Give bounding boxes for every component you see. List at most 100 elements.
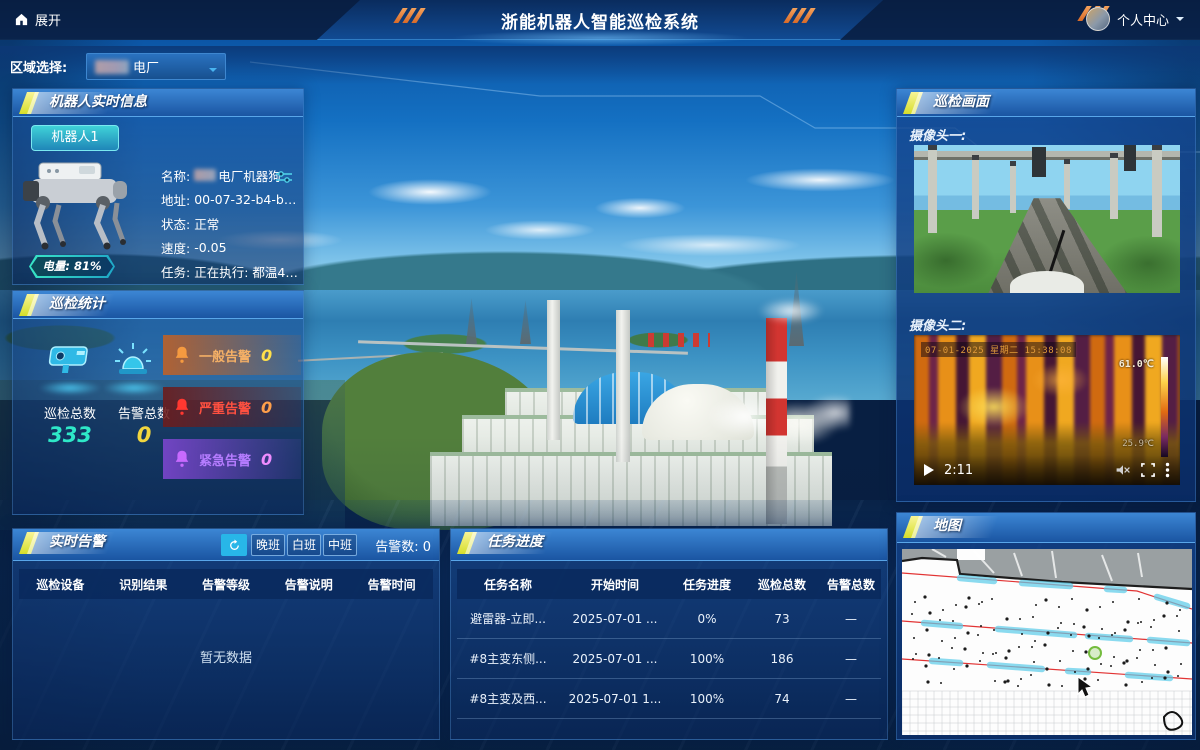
user-center-label: 个人中心 (1117, 10, 1169, 29)
video-controls: 2:11 (914, 455, 1180, 485)
inspection-camera-icon (39, 337, 101, 383)
orange-slashes-icon (783, 8, 815, 23)
icon-glow (39, 381, 101, 395)
column-header: 任务进度 (671, 576, 743, 593)
panel-header: 巡检画面 (897, 89, 1195, 117)
robot-nose (1010, 271, 1084, 293)
tab-mid-shift[interactable]: 中班 (323, 534, 357, 556)
column-header: 告警总数 (821, 576, 881, 593)
orange-slashes-icon (393, 8, 425, 23)
chevron-down-icon (1176, 17, 1184, 25)
column-header: 巡检总数 (743, 576, 821, 593)
equipment-box (1124, 145, 1136, 171)
robot-tab[interactable]: 机器人1 (31, 125, 119, 151)
pillar (1010, 161, 1016, 213)
task-inspections: 74 (743, 692, 821, 706)
camera1-label: 摄像头一: (909, 125, 966, 144)
panel-title: 机器人实时信息 (49, 89, 147, 116)
alarm-bell-icon (171, 448, 193, 470)
field-address: 地址: 00-07-32-b4-bd-6f (161, 187, 301, 211)
osd-temp-max: 61.0℃ (1119, 359, 1154, 370)
pillar (1064, 159, 1070, 209)
dashboard-root: 展开 浙能机器人智能巡检系统 个人中心 区域选择: 电厂 机器人实时信息 机器人… (0, 0, 1200, 750)
tab-day-shift[interactable]: 白班 (287, 534, 321, 556)
user-center-menu[interactable]: 个人中心 (1086, 7, 1184, 31)
panel-header: 巡检统计 (13, 291, 303, 319)
expand-button[interactable]: 展开 (14, 10, 61, 29)
alarm-level-general: 一般告警 0 (163, 335, 301, 375)
robot-dog-image (15, 153, 151, 257)
camera1-video[interactable] (914, 145, 1180, 293)
inspection-view-panel: 巡检画面 摄像头一: 摄像头二: 07-01-2025 星期二 15:38:08… (896, 88, 1196, 502)
fullscreen-icon[interactable] (1141, 463, 1155, 477)
task-progress: 100% (671, 692, 743, 706)
equipment-box (1032, 147, 1046, 177)
field-task: 任务: 正在执行: 都温4U31线避... (161, 259, 301, 283)
task-alarms: — (821, 652, 881, 666)
refresh-icon (228, 539, 241, 552)
task-name: 避雷器-立即... (457, 610, 559, 627)
alarm-level-label: 紧急告警 (199, 450, 251, 469)
task-name: #8主变及西... (457, 690, 559, 707)
column-header: 巡检设备 (19, 576, 102, 593)
refresh-button[interactable] (221, 534, 247, 556)
robot-info-panel: 机器人实时信息 机器人1 名称: 电厂机器狗 地址: (12, 88, 304, 285)
robot-position-marker (1089, 647, 1101, 659)
alarm-level-severe: 严重告警 0 (163, 387, 301, 427)
panel-title: 巡检画面 (933, 89, 989, 116)
column-header: 开始时间 (559, 576, 671, 593)
alarm-bell-icon (171, 396, 193, 418)
task-alarms: — (821, 612, 881, 626)
pillar (1110, 153, 1118, 219)
redacted-text (95, 60, 129, 74)
alarm-level-value: 0 (261, 398, 272, 417)
task-table-header: 任务名称 开始时间 任务进度 巡检总数 告警总数 (457, 569, 881, 599)
tab-night-shift[interactable]: 晚班 (251, 534, 285, 556)
column-header: 告警时间 (350, 576, 433, 593)
mute-icon[interactable] (1115, 463, 1131, 477)
map-panel: 地图 (896, 512, 1196, 740)
occupancy-map[interactable] (902, 549, 1192, 735)
siren-icon (109, 335, 157, 383)
task-inspections: 186 (743, 652, 821, 666)
table-row: #8主变及西... 2025-07-01 1... 100% 74 — (457, 679, 881, 719)
table-row: 避雷器-立即... 2025-07-01 ... 0% 73 — (457, 599, 881, 639)
redacted-text (194, 169, 216, 181)
region-label: 区域选择: (10, 57, 67, 76)
camera2-label: 摄像头二: (909, 315, 966, 334)
task-start-time: 2025-07-01 ... (559, 652, 671, 666)
region-row: 区域选择: 电厂 (0, 46, 1200, 84)
expand-label: 展开 (35, 10, 61, 29)
avatar (1086, 7, 1110, 31)
osd-temp-min: 25.9℃ (1122, 439, 1154, 449)
task-start-time: 2025-07-01 1... (559, 692, 671, 706)
alarm-level-value: 0 (261, 346, 272, 365)
region-value: 电厂 (133, 57, 159, 76)
task-name: #8主变东侧... (457, 650, 559, 667)
panel-header: 地图 (897, 513, 1195, 543)
task-progress-panel: 任务进度 任务名称 开始时间 任务进度 巡检总数 告警总数 避雷器-立即... … (450, 528, 888, 740)
task-progress: 100% (671, 652, 743, 666)
column-header: 告警说明 (267, 576, 350, 593)
task-start-time: 2025-07-01 ... (559, 612, 671, 626)
camera2-thermal-video[interactable]: 07-01-2025 星期二 15:38:08 61.0℃ 25.9℃ 2:11 (914, 335, 1180, 485)
field-status: 状态: 正常 (161, 211, 301, 235)
task-progress: 0% (671, 612, 743, 626)
column-header: 识别结果 (102, 576, 185, 593)
column-header: 告警等级 (185, 576, 268, 593)
page-title: 浙能机器人智能巡检系统 (501, 8, 699, 33)
stat-value-inspections: 333 (33, 423, 107, 447)
alarm-level-value: 0 (261, 450, 272, 469)
alarm-level-urgent: 紧急告警 0 (163, 439, 301, 479)
panel-title: 任务进度 (487, 529, 543, 556)
icon-glow (103, 381, 165, 395)
pillar (928, 145, 937, 233)
top-header: 展开 浙能机器人智能巡检系统 个人中心 (0, 0, 1200, 40)
play-button-icon[interactable] (924, 464, 934, 476)
more-options-icon[interactable] (1165, 462, 1170, 478)
stat-label: 巡检总数 (33, 403, 107, 422)
alarm-level-label: 严重告警 (199, 398, 251, 417)
sliders-icon[interactable] (275, 169, 293, 185)
region-select[interactable]: 电厂 (86, 53, 226, 80)
realtime-alarm-panel: 实时告警 晚班 白班 中班 告警数: 0 巡检设备 识别结果 告警等级 告警说明… (12, 528, 440, 740)
